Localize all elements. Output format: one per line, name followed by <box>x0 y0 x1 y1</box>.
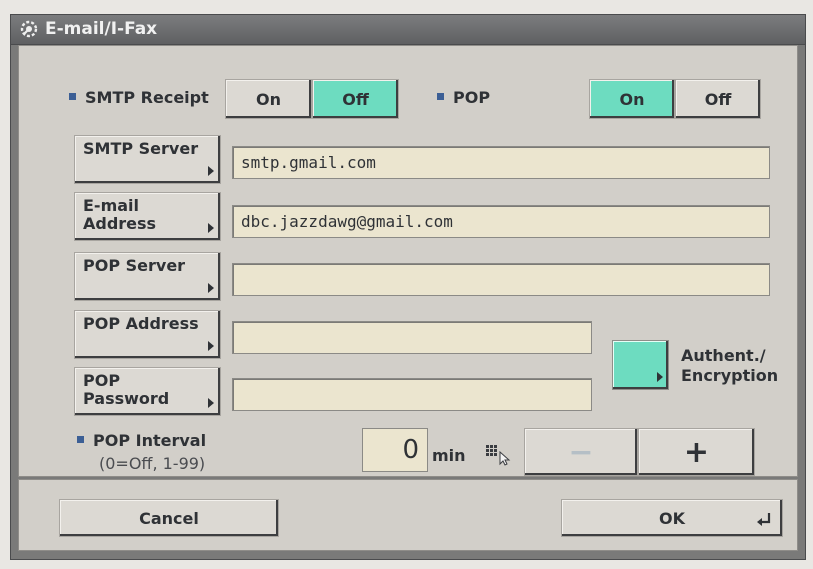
arrow-right-icon <box>208 166 214 176</box>
pop-label: POP <box>437 88 490 107</box>
pop-password-field[interactable] <box>232 378 592 411</box>
pop-address-button-label: POP Address <box>83 314 199 333</box>
auth-encryption-button[interactable] <box>612 340 669 390</box>
ok-button[interactable]: OK <box>561 499 783 537</box>
smtp-receipt-label: SMTP Receipt <box>69 88 209 107</box>
pop-interval-hint: (0=Off, 1-99) <box>99 454 206 473</box>
arrow-right-icon <box>208 223 214 233</box>
settings-panel: SMTP Receipt On Off POP On Off SMTP Serv… <box>18 45 798 477</box>
keypad-icon[interactable] <box>484 442 514 466</box>
arrow-right-icon <box>208 283 214 293</box>
pop-password-button-label: POP <box>83 371 121 390</box>
email-address-field[interactable]: dbc.jazzdawg@gmail.com <box>232 205 770 238</box>
pop-address-button[interactable]: POP Address <box>74 310 221 359</box>
window-title: E-mail/I-Fax <box>45 19 158 39</box>
gear-wrench-icon <box>20 20 38 38</box>
smtp-server-field[interactable]: smtp.gmail.com <box>232 146 770 179</box>
pop-off-button[interactable]: Off <box>675 79 761 119</box>
smtp-receipt-on-button[interactable]: On <box>225 79 312 119</box>
smtp-server-button[interactable]: SMTP Server <box>74 135 221 184</box>
pop-password-button[interactable]: POP Password <box>74 367 221 416</box>
pop-interval-value[interactable]: 0 <box>362 428 428 472</box>
pop-server-button-label: POP Server <box>83 256 186 275</box>
bullet-icon <box>69 93 76 100</box>
email-address-button[interactable]: E-mail Address <box>74 192 221 241</box>
cancel-button[interactable]: Cancel <box>59 499 279 537</box>
pop-server-field[interactable] <box>232 263 770 296</box>
smtp-receipt-off-button[interactable]: Off <box>312 79 399 119</box>
pop-on-button[interactable]: On <box>589 79 675 119</box>
arrow-right-icon <box>208 398 214 408</box>
bullet-icon <box>77 436 84 443</box>
arrow-right-icon <box>208 341 214 351</box>
pop-interval-label: POP Interval <box>77 431 206 450</box>
return-icon <box>757 513 771 526</box>
pop-interval-unit: min <box>432 446 466 465</box>
pop-server-button[interactable]: POP Server <box>74 252 221 301</box>
increment-button[interactable]: + <box>638 428 755 476</box>
screen: E-mail/I-Fax SMTP Receipt On Off POP On … <box>10 14 806 560</box>
arrow-right-icon <box>657 372 663 382</box>
footer-bar: Cancel OK <box>18 479 798 551</box>
email-address-button-label: E-mail <box>83 196 140 215</box>
smtp-server-button-label: SMTP Server <box>83 139 199 158</box>
bullet-icon <box>437 93 444 100</box>
decrement-button[interactable]: − <box>524 428 638 476</box>
auth-encryption-label: Authent./ Encryption <box>681 346 779 385</box>
pop-address-field[interactable] <box>232 321 592 354</box>
title-bar: E-mail/I-Fax <box>11 15 805 45</box>
